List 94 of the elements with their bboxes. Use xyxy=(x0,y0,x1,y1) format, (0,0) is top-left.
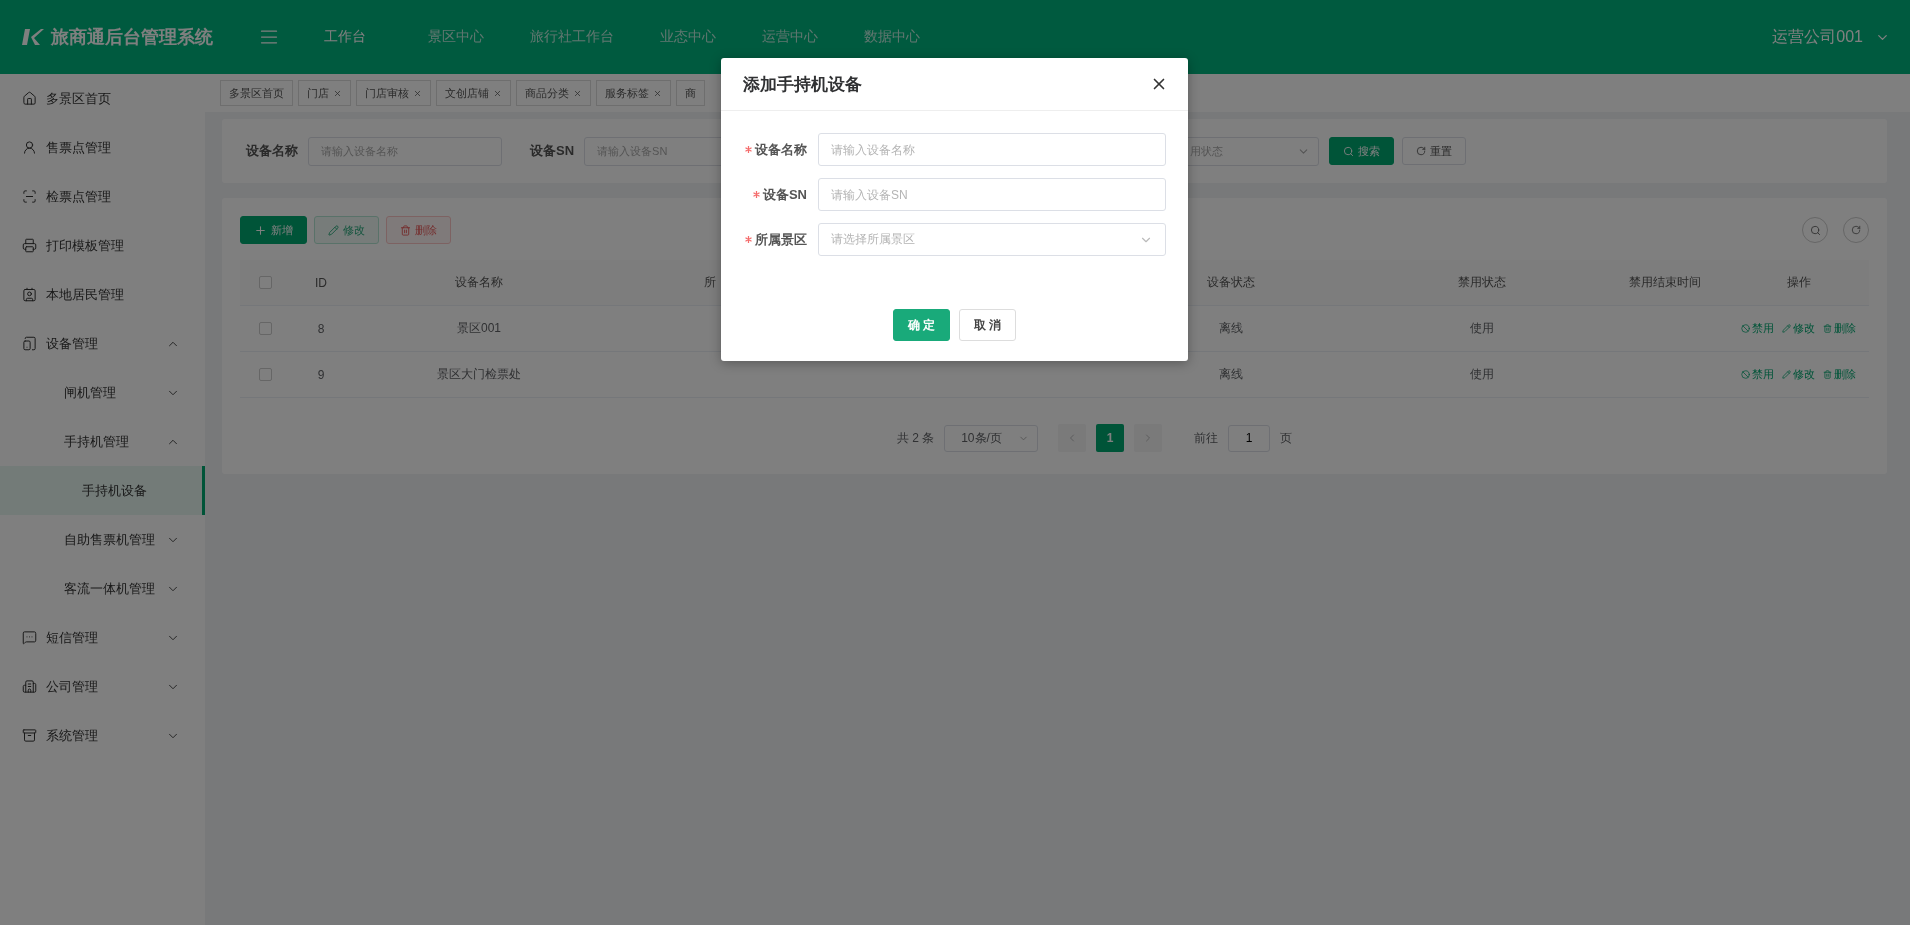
trash-icon xyxy=(400,224,411,236)
page-input[interactable]: 1 xyxy=(1228,424,1271,452)
sidebar-item[interactable]: 短信管理 xyxy=(0,613,205,662)
total-count: 共 2 条 xyxy=(896,429,935,447)
field-label: 设备SN xyxy=(530,142,575,160)
action-link[interactable]: 删除 xyxy=(1823,321,1856,336)
dialog-title: 添加手持机设备 xyxy=(743,73,862,96)
action-link[interactable]: 禁用 xyxy=(1741,367,1774,382)
ban-icon xyxy=(1741,370,1750,379)
page-tab[interactable]: 文创店铺 xyxy=(436,80,511,106)
contact-card-icon xyxy=(22,287,37,302)
tablet-icon xyxy=(22,336,37,351)
sidebar-item[interactable]: 打印模板管理 xyxy=(0,221,205,270)
pencil-icon xyxy=(1782,370,1791,379)
checkbox[interactable] xyxy=(258,276,272,289)
sidebar-item[interactable]: 公司管理 xyxy=(0,662,205,711)
action-link[interactable]: 删除 xyxy=(1823,367,1856,382)
table-cell: 离线 xyxy=(1219,366,1243,383)
sidebar-item[interactable]: 多景区首页 xyxy=(0,74,205,123)
confirm-button[interactable]: 确 定 xyxy=(893,309,950,341)
action-link[interactable]: 禁用 xyxy=(1741,321,1774,336)
action-link[interactable]: 修改 xyxy=(1782,367,1815,382)
table-cell: 使用 xyxy=(1470,366,1494,383)
input-field[interactable]: 请输入设备SN xyxy=(818,178,1166,211)
search-icon xyxy=(1343,145,1355,157)
page-tab[interactable]: 多景区首页 xyxy=(220,80,293,106)
table-cell: 景区001 xyxy=(457,320,501,337)
page-tab[interactable]: 门店 xyxy=(298,80,351,106)
sidebar-item[interactable]: 系统管理 xyxy=(0,711,205,760)
page-tab[interactable]: 门店审核 xyxy=(356,80,431,106)
sidebar-item[interactable]: 手持机设备 xyxy=(0,466,205,515)
reset-button[interactable]: 重置 xyxy=(1402,137,1467,165)
column-header: 禁用状态 xyxy=(1458,274,1506,291)
trash-icon xyxy=(1823,324,1832,333)
column-header: 禁用结束时间 xyxy=(1629,274,1701,291)
refresh-icon xyxy=(1851,225,1861,235)
plus-icon xyxy=(254,223,267,237)
page-tab[interactable]: 服务标签 xyxy=(596,80,671,106)
search-button[interactable] xyxy=(1802,217,1828,243)
scan-icon xyxy=(22,189,37,204)
table-cell: 景区大门检票处 xyxy=(437,366,521,383)
page-suffix: 页 xyxy=(1280,429,1293,447)
table-cell: 使用 xyxy=(1470,320,1494,337)
sidebar-item[interactable]: 客流一体机管理 xyxy=(0,564,205,613)
cancel-button[interactable]: 取 消 xyxy=(959,309,1016,341)
table-cell: 离线 xyxy=(1219,320,1243,337)
app-title: 旅商通后台管理系统 xyxy=(51,26,213,49)
column-header: 操作 xyxy=(1786,274,1811,291)
message-icon xyxy=(22,630,37,645)
trash-icon xyxy=(1823,370,1832,379)
archive-icon xyxy=(22,728,37,743)
pencil-icon xyxy=(1782,324,1791,333)
select-field[interactable]: 请选择所属景区 xyxy=(818,223,1166,256)
field-label: 设备名称 xyxy=(246,142,298,160)
ban-icon xyxy=(1741,324,1750,333)
action-link[interactable]: 修改 xyxy=(1782,321,1815,336)
input-field[interactable]: 请输入设备名称 xyxy=(818,133,1166,166)
checkbox[interactable] xyxy=(258,322,272,335)
toolbar-button[interactable]: 新增 xyxy=(240,216,307,244)
sidebar-item[interactable]: 本地居民管理 xyxy=(0,270,205,319)
sidebar-item[interactable]: 检票点管理 xyxy=(0,172,205,221)
table-cell: 9 xyxy=(317,367,325,382)
refresh-icon xyxy=(1416,146,1427,156)
printer-icon xyxy=(22,238,37,253)
next-page-button[interactable] xyxy=(1134,424,1163,452)
checkbox[interactable] xyxy=(258,368,272,381)
page-tab[interactable]: 商 xyxy=(676,80,705,106)
user-name[interactable]: 运营公司001 xyxy=(1772,26,1863,48)
sidebar-item[interactable]: 售票点管理 xyxy=(0,123,205,172)
nav-link[interactable]: 工作台 xyxy=(324,28,366,46)
sidebar-item[interactable]: 手持机管理 xyxy=(0,417,205,466)
user-icon xyxy=(22,140,37,155)
field-label: 所属景区 xyxy=(755,230,807,249)
pencil-icon xyxy=(328,224,339,236)
field-label: 设备名称 xyxy=(755,140,807,159)
home-icon xyxy=(22,91,37,106)
sidebar-item[interactable]: 闸机管理 xyxy=(0,368,205,417)
goto-label: 前往 xyxy=(1194,429,1219,447)
page-tab[interactable]: 商品分类 xyxy=(516,80,591,106)
column-header: 设备名称 xyxy=(455,274,503,291)
field-label: 设备SN xyxy=(762,185,807,204)
column-header: 设备状态 xyxy=(1207,274,1255,291)
logo-icon xyxy=(22,28,44,46)
column-header: 所 xyxy=(704,274,716,291)
search-icon xyxy=(1809,224,1821,236)
search-button[interactable]: 搜索 xyxy=(1329,137,1395,165)
table-cell: 8 xyxy=(317,321,325,336)
page-size-select[interactable]: 10条/页 xyxy=(944,424,1039,452)
column-header: ID xyxy=(315,275,327,290)
building-icon xyxy=(22,679,37,694)
sidebar-item[interactable]: 设备管理 xyxy=(0,319,205,368)
sidebar-item[interactable]: 自助售票机管理 xyxy=(0,515,205,564)
page-button[interactable]: 1 xyxy=(1096,424,1125,452)
refresh-button[interactable] xyxy=(1843,217,1869,243)
